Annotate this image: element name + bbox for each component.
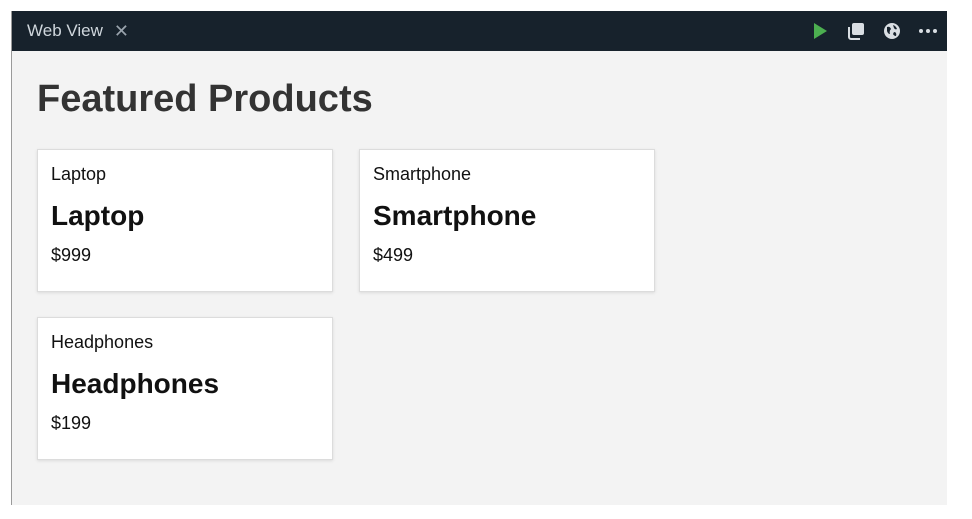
product-image-alt: Laptop [51, 164, 107, 184]
page-title: Featured Products [37, 78, 373, 120]
product-price: $999 [51, 245, 92, 265]
product-image-alt: Smartphone [373, 164, 472, 184]
product-name: Laptop [51, 200, 145, 231]
copy-icon[interactable] [845, 20, 867, 42]
product-name: Headphones [51, 368, 220, 399]
tab-bar: Web View ✕ [12, 11, 947, 51]
globe-icon[interactable] [881, 20, 903, 42]
product-card[interactable]: Smartphone Smartphone $499 [359, 149, 655, 292]
tab-title: Web View [27, 21, 103, 40]
product-price: $199 [51, 413, 92, 433]
tab-web-view[interactable]: Web View ✕ [27, 21, 129, 41]
page-content: Featured Products Laptop Laptop $999 Sma… [12, 51, 947, 460]
product-grid: Laptop Laptop $999 Smartphone Smartphone… [37, 149, 922, 460]
run-icon[interactable] [809, 20, 831, 42]
product-name: Smartphone [373, 200, 537, 231]
close-icon[interactable]: ✕ [114, 22, 129, 40]
product-price: $499 [373, 245, 414, 265]
web-view-window: Web View ✕ Featured Products Laptop Lapt… [11, 11, 947, 505]
product-image-alt: Headphones [51, 332, 154, 352]
more-icon[interactable] [917, 20, 939, 42]
product-card[interactable]: Headphones Headphones $199 [37, 317, 333, 460]
toolbar [809, 20, 939, 42]
product-card[interactable]: Laptop Laptop $999 [37, 149, 333, 292]
